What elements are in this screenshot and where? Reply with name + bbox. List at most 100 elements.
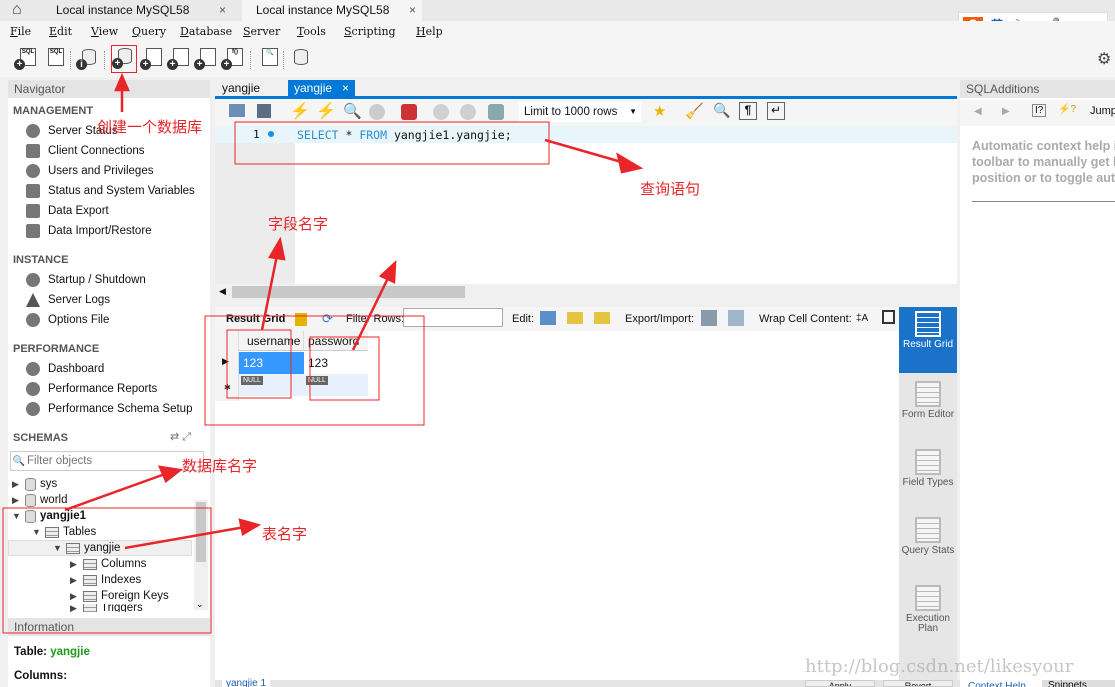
export-icon[interactable] xyxy=(701,310,717,326)
insert-row-icon[interactable] xyxy=(567,312,583,324)
menu-database[interactable]: Database xyxy=(180,25,232,38)
create-function-button[interactable]: f() + xyxy=(221,47,245,71)
nav-data-import[interactable]: Data Import/Restore xyxy=(26,223,152,239)
home-icon[interactable]: ⌂ xyxy=(12,1,22,19)
create-table-button[interactable]: + xyxy=(140,47,164,71)
menu-server[interactable]: Server xyxy=(243,25,280,38)
column-header-password[interactable]: password xyxy=(304,331,368,351)
context-help-tab[interactable]: Context Help xyxy=(968,681,1026,687)
menu-tools[interactable]: Tools xyxy=(297,25,326,38)
toggle-panel-icon[interactable] xyxy=(882,310,895,324)
reconnect-button[interactable] xyxy=(288,47,312,71)
edit-row-icon[interactable] xyxy=(540,311,556,325)
nav-dashboard[interactable]: Dashboard xyxy=(26,361,104,377)
menu-edit[interactable]: Edit xyxy=(49,25,72,38)
rollback-icon[interactable] xyxy=(460,104,476,120)
menu-file[interactable]: File xyxy=(10,25,31,38)
tree-columns[interactable]: ▶ Columns xyxy=(70,556,146,572)
grid-cell[interactable]: 123 xyxy=(239,352,304,374)
filter-rows-input[interactable] xyxy=(403,308,503,327)
editor-horizontal-scrollbar[interactable]: ◀ xyxy=(215,284,957,300)
back-icon[interactable]: ◀ xyxy=(974,106,982,117)
refresh-icon[interactable]: ⟳ xyxy=(322,311,333,327)
side-field-types-button[interactable]: Field Types xyxy=(899,445,957,488)
nav-options-file[interactable]: Options File xyxy=(26,312,109,328)
close-icon[interactable]: × xyxy=(219,0,226,20)
window-tab-2[interactable]: Local instance MySQL58 (yan...× xyxy=(242,0,422,37)
invisible-chars-icon[interactable]: ¶ xyxy=(739,102,757,120)
nav-data-export[interactable]: Data Export xyxy=(26,203,109,219)
auto-help-icon[interactable]: ⚡? xyxy=(1058,104,1076,115)
nav-performance-reports[interactable]: Performance Reports xyxy=(26,381,157,397)
tree-table-yangjie[interactable]: ▼ yangjie xyxy=(8,540,192,556)
execute-icon[interactable]: ⚡ xyxy=(290,101,310,121)
tree-scrollbar[interactable]: ⌄ xyxy=(194,500,208,610)
nav-server-logs[interactable]: Server Logs xyxy=(26,292,110,308)
refresh-icon[interactable]: ⇄ ⤢ xyxy=(170,430,191,444)
add-snippet-icon[interactable]: ★ xyxy=(653,102,666,120)
nav-client-connections[interactable]: Client Connections xyxy=(26,143,145,159)
new-row[interactable]: NULL NULL xyxy=(239,374,368,396)
tree-foreign-keys[interactable]: ▶ Foreign Keys xyxy=(70,588,169,604)
window-tab-1[interactable]: Local instance MySQL58 (yangjie1)× xyxy=(42,0,232,37)
menu-view[interactable]: View xyxy=(91,25,118,38)
search-table-data-button[interactable]: 🔍 xyxy=(256,47,280,71)
jump-to-select[interactable]: Jump xyxy=(1090,105,1115,117)
tree-triggers[interactable]: ▶ Triggers xyxy=(70,604,143,612)
stop-icon[interactable] xyxy=(369,104,385,120)
commit-icon[interactable] xyxy=(433,104,449,120)
scroll-thumb[interactable] xyxy=(232,286,465,298)
filter-objects-field[interactable] xyxy=(27,455,197,467)
execute-current-icon[interactable]: ⚡ xyxy=(316,101,336,121)
beautify-icon[interactable]: 🧹 xyxy=(685,102,704,120)
editor-tab-1[interactable]: yangjie xyxy=(216,80,266,97)
explain-icon[interactable]: 🔍 xyxy=(343,102,362,120)
forward-icon[interactable]: ▶ xyxy=(1002,106,1010,117)
grid-cell[interactable]: 123 xyxy=(304,352,368,374)
schema-world[interactable]: ▶ world xyxy=(12,492,67,508)
side-form-editor-button[interactable]: Form Editor xyxy=(899,377,957,420)
close-icon[interactable]: × xyxy=(409,0,416,20)
gear-icon[interactable]: ⚙ xyxy=(1097,49,1111,69)
open-sql-script-button[interactable]: SQL xyxy=(42,47,66,71)
wrap-lines-icon[interactable]: ↵ xyxy=(767,102,785,120)
wrap-cell-icon[interactable]: ‡A xyxy=(856,313,868,324)
open-folder-icon[interactable] xyxy=(229,104,245,117)
new-sql-tab-button[interactable]: SQL + xyxy=(14,47,38,71)
tree-indexes[interactable]: ▶ Indexes xyxy=(70,572,141,588)
find-icon[interactable]: 🔍 xyxy=(713,102,730,119)
nav-users-privileges[interactable]: Users and Privileges xyxy=(26,163,153,179)
close-icon[interactable]: × xyxy=(342,80,349,97)
create-procedure-button[interactable]: + xyxy=(194,47,218,71)
delete-row-icon[interactable] xyxy=(594,312,610,324)
schema-yangjie1[interactable]: ▼ yangjie1 xyxy=(12,508,86,524)
side-result-grid-button[interactable]: Result Grid xyxy=(899,307,957,373)
nav-performance-schema-setup[interactable]: Performance Schema Setup xyxy=(26,401,192,417)
revert-button[interactable]: Revert xyxy=(883,680,953,687)
side-query-stats-button[interactable]: Query Stats xyxy=(899,513,957,556)
import-icon[interactable] xyxy=(728,310,744,326)
toggle-error-icon[interactable] xyxy=(401,104,417,120)
menu-scripting[interactable]: Scripting xyxy=(344,25,396,38)
nav-startup-shutdown[interactable]: Startup / Shutdown xyxy=(26,272,146,288)
manual-help-icon[interactable]: I? xyxy=(1032,104,1047,117)
editor-tab-2[interactable]: yangjie × xyxy=(288,80,355,97)
limit-rows-select[interactable]: Limit to 1000 rows ▼ xyxy=(519,102,641,122)
create-schema-button[interactable]: + xyxy=(111,45,137,73)
sql-editor[interactable]: 1 SELECT * FROM yangjie1.yangjie; xyxy=(215,126,957,284)
scroll-left-icon[interactable]: ◀ xyxy=(219,286,226,297)
menu-help[interactable]: Help xyxy=(416,25,443,38)
tree-tables[interactable]: ▼ Tables xyxy=(32,524,96,540)
schema-sys[interactable]: ▶ sys xyxy=(12,476,57,492)
result-tab[interactable]: yangjie 1 xyxy=(222,678,271,687)
nav-status-variables[interactable]: Status and System Variables xyxy=(26,183,195,199)
menu-query[interactable]: Query xyxy=(132,25,166,38)
side-execution-plan-button[interactable]: Execution Plan xyxy=(899,581,957,634)
apply-button[interactable]: Apply xyxy=(805,680,875,687)
filter-objects-input[interactable]: 🔍 xyxy=(10,451,204,471)
save-icon[interactable] xyxy=(257,104,271,118)
snippets-tab[interactable]: Snippets xyxy=(1042,680,1115,687)
sql-line[interactable]: SELECT * FROM yangjie1.yangjie; xyxy=(297,128,512,142)
inspector-button[interactable]: i xyxy=(76,47,100,71)
grid-icon[interactable] xyxy=(295,313,307,326)
